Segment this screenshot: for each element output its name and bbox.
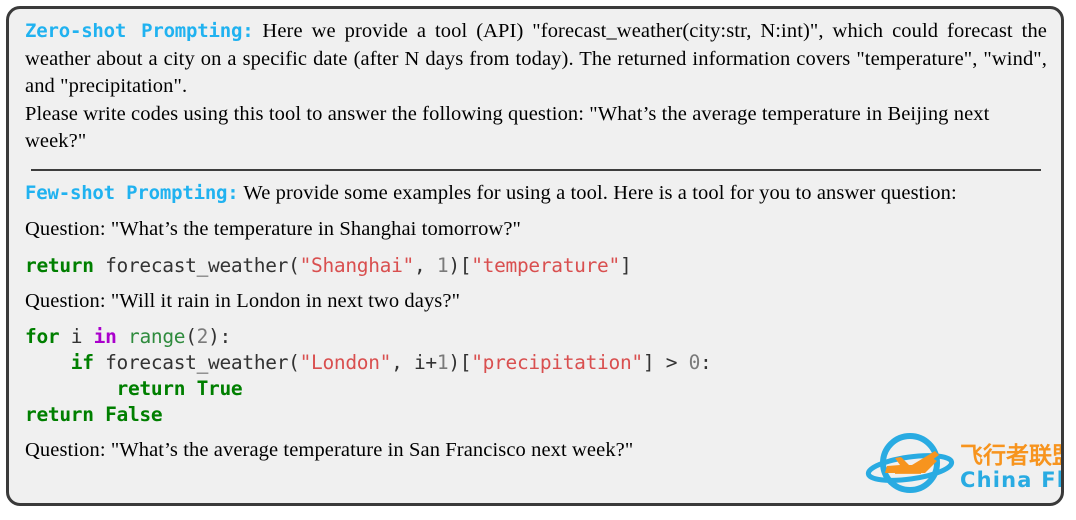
code-token-str: "Shanghai" bbox=[299, 253, 415, 277]
code-token-num: 1 bbox=[436, 253, 449, 277]
code-token-bi: range bbox=[128, 325, 186, 348]
code-block: for i in range(2): if forecast_weather("… bbox=[25, 324, 1047, 428]
code-token-pl: ): bbox=[208, 325, 231, 348]
prompt-panel-content: Zero-shot Prompting: Here we provide a t… bbox=[9, 9, 1061, 503]
code-token-pl: ] > bbox=[642, 351, 689, 374]
example-question: Question: "What’s the temperature in Sha… bbox=[25, 218, 521, 240]
code-token-pl: ( bbox=[185, 325, 197, 348]
screenshot-root: Zero-shot Prompting: Here we provide a t… bbox=[0, 0, 1076, 520]
code-token-pl: : bbox=[700, 351, 712, 374]
code-token-str: "temperature" bbox=[471, 253, 620, 277]
zero-shot-paragraph: Zero-shot Prompting: Here we provide a t… bbox=[25, 18, 1047, 101]
few-shot-body: We provide some examples for using a too… bbox=[238, 181, 957, 204]
zero-shot-tag: Zero-shot Prompting: bbox=[25, 20, 254, 42]
few-shot-examples: Question: "What’s the temperature in Sha… bbox=[25, 216, 1047, 465]
code-token-str: "precipitation" bbox=[471, 351, 643, 374]
code-token-kw: return False bbox=[25, 403, 163, 426]
code-token-kw: if bbox=[70, 351, 94, 374]
code-token-pl: )[ bbox=[448, 253, 472, 277]
code-token-num: 1 bbox=[436, 351, 449, 374]
code-token-kw: return True bbox=[116, 377, 243, 400]
code-line: for i in range(2): bbox=[25, 324, 1047, 350]
code-token-pl: i bbox=[59, 325, 94, 348]
few-shot-paragraph: Few-shot Prompting: We provide some exam… bbox=[25, 180, 1047, 208]
code-token-num: 0 bbox=[688, 351, 701, 374]
code-token-pl: , bbox=[413, 253, 437, 277]
example-question: Question: "Will it rain in London in nex… bbox=[25, 289, 461, 312]
code-line: return forecast_weather("Shanghai", 1)["… bbox=[25, 253, 1047, 279]
zero-shot-section: Zero-shot Prompting: Here we provide a t… bbox=[25, 18, 1047, 156]
code-token-str: "London" bbox=[299, 351, 392, 374]
prompt-panel: Zero-shot Prompting: Here we provide a t… bbox=[6, 6, 1064, 506]
example-question: Question: "What’s the average temperatur… bbox=[25, 439, 634, 461]
code-line: return True bbox=[25, 376, 1047, 402]
section-divider bbox=[31, 168, 1041, 171]
code-token-pl: forecast_weather( bbox=[93, 253, 300, 277]
code-token-kw: return bbox=[25, 253, 94, 277]
code-line: return False bbox=[25, 402, 1047, 428]
few-shot-tag: Few-shot Prompting: bbox=[25, 181, 239, 204]
code-token-kw: for bbox=[25, 325, 60, 348]
code-token-op: in bbox=[93, 325, 117, 348]
code-block: return forecast_weather("Shanghai", 1)["… bbox=[25, 253, 1047, 279]
few-shot-section: Few-shot Prompting: We provide some exam… bbox=[25, 180, 1047, 465]
code-line: if forecast_weather("London", i+1)["prec… bbox=[25, 350, 1047, 376]
code-token-pl: , i+ bbox=[391, 351, 437, 374]
code-token-pl: )[ bbox=[448, 351, 472, 374]
code-token-num: 2 bbox=[196, 325, 209, 348]
code-token-pl: forecast_weather( bbox=[93, 351, 300, 374]
zero-shot-instruction: Please write codes using this tool to an… bbox=[25, 102, 990, 153]
code-token-pl: ] bbox=[619, 253, 632, 277]
